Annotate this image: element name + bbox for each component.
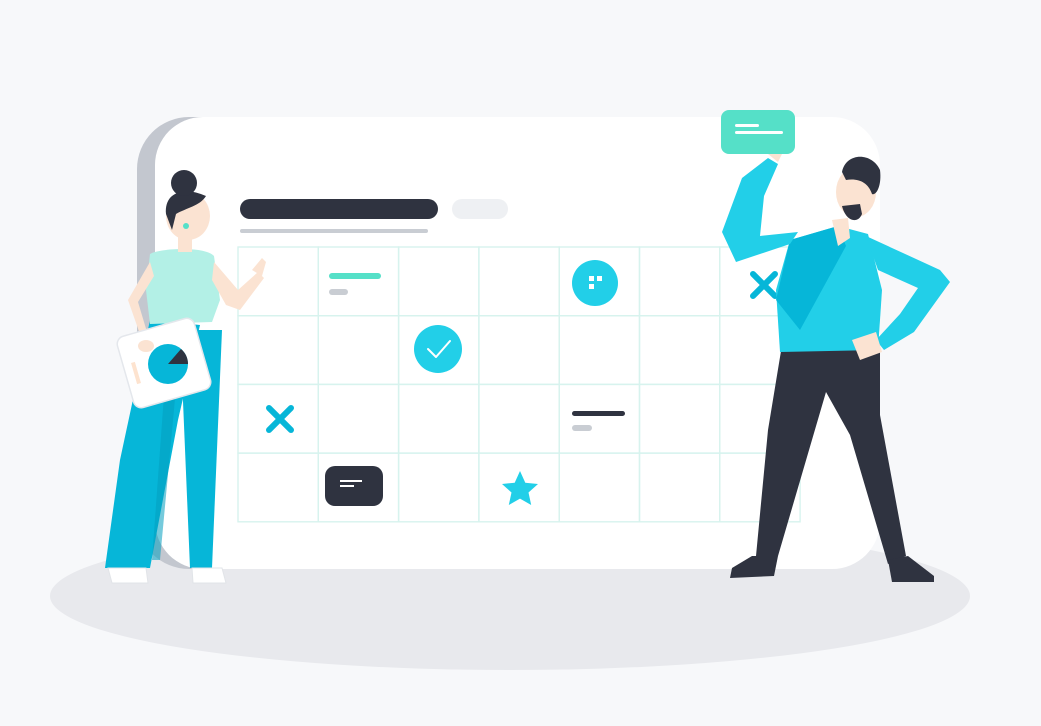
board-title-bar [240, 199, 438, 219]
board-title-pill [452, 199, 508, 219]
sticky-note [721, 110, 795, 154]
dots-badge-icon [572, 260, 618, 306]
calendar-illustration [0, 0, 1041, 726]
board-subtitle-bar [240, 229, 428, 233]
illustration-canvas [50, 110, 970, 670]
check-circle-icon [414, 325, 462, 373]
message-chip-icon [325, 466, 383, 506]
